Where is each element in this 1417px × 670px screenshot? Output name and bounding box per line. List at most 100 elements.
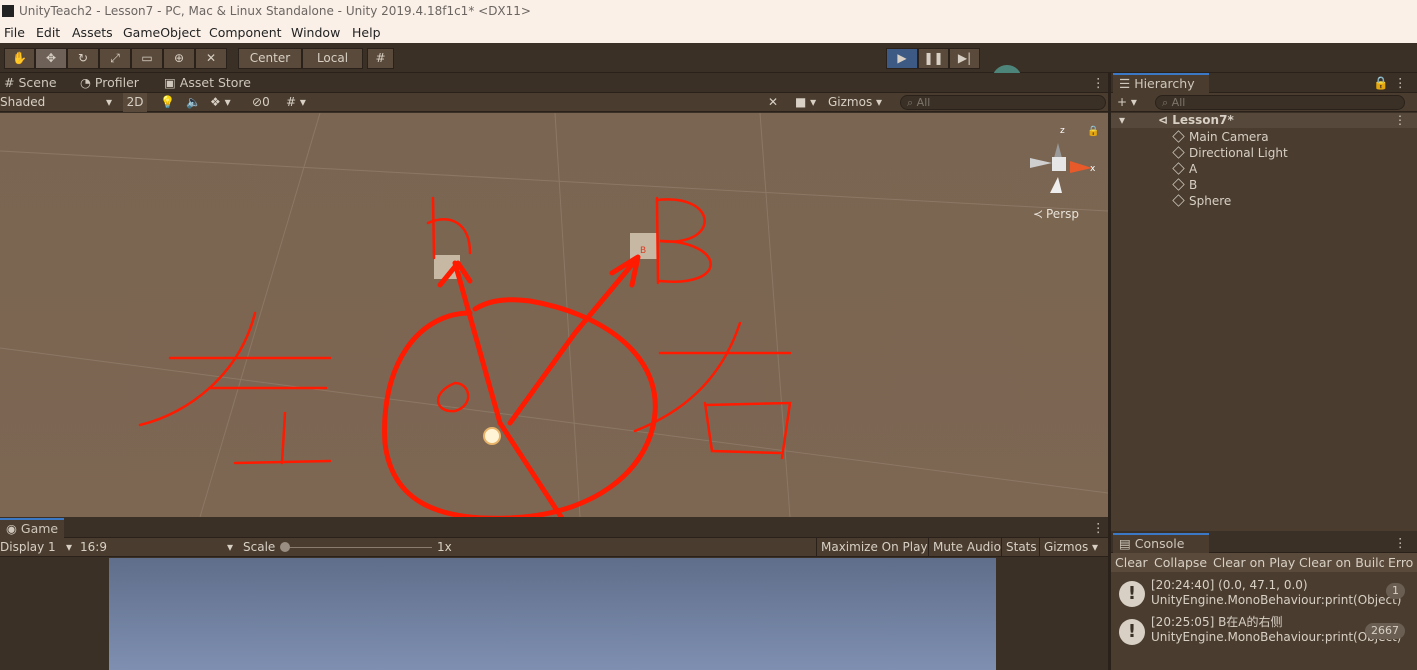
mute-audio-toggle[interactable]: Mute Audio bbox=[928, 538, 1005, 557]
scale-slider-handle[interactable] bbox=[280, 542, 290, 552]
tab-scene[interactable]: # Scene bbox=[4, 73, 57, 93]
scene-root-menu-icon[interactable]: ⋮ bbox=[1394, 112, 1406, 128]
gameobject-icon bbox=[1172, 194, 1185, 207]
step-button[interactable]: ▶| bbox=[949, 48, 980, 69]
console-toolbar: Clear Collapse Clear on Play Clear on Bu… bbox=[1111, 553, 1417, 573]
display-value: Display 1 bbox=[0, 540, 56, 554]
stats-label: Stats bbox=[1006, 540, 1037, 554]
mode-2d-toggle[interactable]: 2D bbox=[123, 93, 147, 112]
scene-view[interactable]: B z x Persp ≺ 🔒 bbox=[0, 113, 1108, 517]
main-toolbar: ✋ ✥ ↻ ⤢ ▭ ⊕ ✕ Center Local # ▶ ❚❚ ▶| ➤ bbox=[0, 43, 1417, 98]
rotate-tool-button[interactable]: ↻ bbox=[67, 48, 99, 69]
menu-assets[interactable]: Assets bbox=[72, 23, 113, 43]
scene-root-expander-icon[interactable]: ▾ bbox=[1119, 112, 1125, 128]
console-panel-header: ▤ Console ⋮ bbox=[1111, 533, 1417, 553]
hierarchy-item-main-camera[interactable]: Main Camera bbox=[1172, 129, 1269, 145]
tab-hierarchy[interactable]: ☰ Hierarchy bbox=[1113, 73, 1209, 93]
gizmos-dropdown[interactable]: Gizmos ▾ bbox=[828, 93, 892, 112]
pivot-center-button[interactable]: Center bbox=[238, 48, 302, 69]
gameobject-icon bbox=[1172, 162, 1185, 175]
menu-gameobject[interactable]: GameObject bbox=[123, 23, 201, 43]
transform-tool-button[interactable]: ⊕ bbox=[163, 48, 195, 69]
snap-button[interactable]: # bbox=[367, 48, 394, 69]
grid-toggle-icon[interactable]: # ▾ bbox=[286, 93, 306, 112]
log-line-1: [20:24:40] (0.0, 47.1, 0.0) bbox=[1151, 578, 1308, 592]
tools-icon: ✕ bbox=[205, 51, 217, 65]
hierarchy-item-a[interactable]: A bbox=[1172, 161, 1197, 177]
gizmos-label: Gizmos bbox=[828, 95, 873, 109]
warning-icon: ! bbox=[1119, 619, 1145, 645]
scene-menu-icon[interactable]: ⋮ bbox=[1092, 73, 1105, 93]
persp-icon: ≺ bbox=[1033, 207, 1043, 221]
tab-asset-store[interactable]: ▣ Asset Store bbox=[164, 73, 251, 93]
game-view-sky[interactable] bbox=[109, 558, 996, 670]
hidden-objects-toggle[interactable]: ⊘0 bbox=[252, 93, 270, 112]
menu-component[interactable]: Component bbox=[209, 23, 282, 43]
pivot-local-button[interactable]: Local bbox=[302, 48, 363, 69]
hierarchy-search-input[interactable]: ⌕ All bbox=[1155, 95, 1405, 110]
menu-help[interactable]: Help bbox=[352, 23, 381, 43]
dropdown-arrow-icon: ▾ bbox=[226, 540, 233, 554]
game-menu-icon[interactable]: ⋮ bbox=[1092, 518, 1105, 538]
transform-icon: ⊕ bbox=[173, 51, 185, 65]
shading-dropdown[interactable]: Shaded ▾ bbox=[0, 93, 116, 112]
console-clear-on-build-button[interactable]: Clear on Build bbox=[1295, 553, 1392, 572]
effects-toggle-icon[interactable]: ❖ ▾ bbox=[210, 93, 231, 112]
hierarchy-item-label: Main Camera bbox=[1189, 130, 1269, 144]
console-error-pause-button[interactable]: Erro bbox=[1384, 553, 1417, 572]
stats-toggle[interactable]: Stats bbox=[1001, 538, 1041, 557]
custom-tool-button[interactable]: ✕ bbox=[195, 48, 227, 69]
scale-slider-track[interactable] bbox=[284, 547, 432, 548]
pause-button[interactable]: ❚❚ bbox=[918, 48, 949, 69]
directional-light-icon[interactable] bbox=[483, 427, 501, 445]
maximize-label: Maximize On Play bbox=[821, 540, 928, 554]
hierarchy-item-sphere[interactable]: Sphere bbox=[1172, 193, 1231, 209]
play-button[interactable]: ▶ bbox=[886, 48, 918, 69]
scale-label: Scale bbox=[243, 540, 276, 554]
rect-tool-button[interactable]: ▭ bbox=[131, 48, 163, 69]
tab-game[interactable]: ◉ Game bbox=[0, 518, 65, 538]
maximize-on-play-toggle[interactable]: Maximize On Play bbox=[816, 538, 932, 557]
console-collapse-button[interactable]: Collapse bbox=[1150, 553, 1213, 572]
scale-value: 1x bbox=[437, 540, 452, 554]
console-clear-on-play-button[interactable]: Clear on Play bbox=[1209, 553, 1301, 572]
hierarchy-item-b[interactable]: B bbox=[1172, 177, 1197, 193]
persp-label[interactable]: Persp bbox=[1046, 207, 1079, 221]
aspect-dropdown[interactable]: 16:9 ▾ bbox=[80, 538, 235, 557]
menu-file[interactable]: File bbox=[4, 23, 25, 43]
hand-tool-button[interactable]: ✋ bbox=[4, 48, 35, 69]
log-line-2: UnityEngine.MonoBehaviour:print(Object) bbox=[1151, 593, 1402, 607]
scene-canvas: B z x Persp ≺ 🔒 bbox=[0, 113, 1108, 517]
menu-edit[interactable]: Edit bbox=[36, 23, 60, 43]
hierarchy-menu-icon[interactable]: ⋮ bbox=[1394, 73, 1407, 93]
audio-toggle-icon[interactable]: 🔈 bbox=[186, 93, 201, 112]
console-menu-icon[interactable]: ⋮ bbox=[1394, 533, 1407, 553]
console-log-entry[interactable]: ! [20:25:05] B在A的右侧 UnityEngine.MonoBeha… bbox=[1111, 613, 1413, 649]
move-tool-button[interactable]: ✥ bbox=[35, 48, 67, 69]
tab-profiler-label: Profiler bbox=[94, 75, 139, 90]
console-log-entry[interactable]: ! [20:24:40] (0.0, 47.1, 0.0) UnityEngin… bbox=[1111, 575, 1413, 611]
console-clear-button[interactable]: Clear bbox=[1111, 553, 1153, 572]
create-dropdown[interactable]: + ▾ bbox=[1117, 93, 1137, 112]
lighting-toggle-icon[interactable]: 💡 bbox=[160, 93, 175, 112]
game-gizmos-dropdown[interactable]: Gizmos ▾ bbox=[1039, 538, 1108, 557]
scene-search-input[interactable]: ⌕ All bbox=[900, 95, 1106, 110]
hierarchy-lock-icon[interactable]: 🔒 bbox=[1373, 73, 1389, 93]
display-dropdown[interactable]: Display 1 ▾ bbox=[0, 538, 74, 557]
scene-toolbar: Shaded ▾ 2D 💡 🔈 ❖ ▾ ⊘0 # ▾ ✕ ■ ▾ Gizmos ▾… bbox=[0, 93, 1108, 112]
scene-root-row[interactable]: ▾ ⊲ Lesson7* ⋮ bbox=[1111, 113, 1417, 128]
tab-console[interactable]: ▤ Console bbox=[1113, 533, 1209, 553]
mode-2d-label: 2D bbox=[126, 95, 144, 109]
gameobject-icon bbox=[1172, 178, 1185, 191]
scene-panel-header: # Scene ◔ Profiler ▣ Asset Store ⋮ bbox=[0, 73, 1108, 93]
lock-icon[interactable]: 🔒 bbox=[1087, 125, 1099, 137]
menu-window[interactable]: Window bbox=[291, 23, 340, 43]
gameobject-icon bbox=[1172, 146, 1185, 159]
game-toolbar: Display 1 ▾ 16:9 ▾ Scale 1x Maximize On Pl… bbox=[0, 538, 1108, 557]
scene-background bbox=[0, 113, 1108, 517]
tools-settings-icon[interactable]: ✕ bbox=[768, 93, 778, 112]
scale-tool-button[interactable]: ⤢ bbox=[99, 48, 131, 69]
camera-settings-icon[interactable]: ■ ▾ bbox=[795, 93, 816, 112]
tab-profiler[interactable]: ◔ Profiler bbox=[80, 73, 139, 93]
hierarchy-item-directional-light[interactable]: Directional Light bbox=[1172, 145, 1288, 161]
